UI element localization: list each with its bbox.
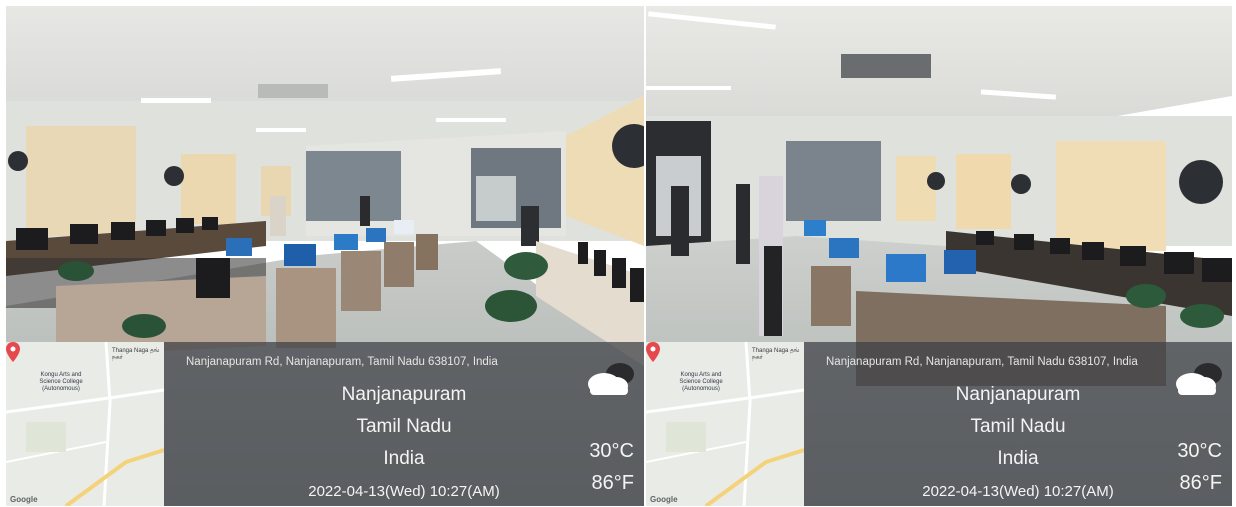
city-name: Nanjanapuram [341,384,467,405]
location-overlay: Kongu Arts and Science College (Autonomo… [646,342,1232,506]
temperature-celsius: 30°C [1177,440,1222,462]
location-pin-icon [646,342,660,362]
temperature-celsius: 30°C [589,440,634,462]
city-name: Nanjanapuram [955,384,1081,405]
map-attribution: Google [650,495,678,504]
map-roads [646,342,804,506]
map-roads [6,342,164,506]
state-name: Tamil Nadu [356,416,452,437]
capture-datetime: 2022-04-13(Wed) 10:27(AM) [308,483,500,500]
state-name: Tamil Nadu [970,416,1066,437]
map-campus-label: Kongu Arts and Science College (Autonomo… [679,372,723,392]
location-map[interactable]: Kongu Arts and Science College (Autonomo… [646,342,804,506]
geotagged-photo-left: Kongu Arts and Science College (Autonomo… [6,6,644,506]
location-info: Nanjanapuram Rd, Nanjanapuram, Tamil Nad… [164,342,644,506]
capture-datetime: 2022-04-13(Wed) 10:27(AM) [922,483,1114,500]
location-map[interactable]: Kongu Arts and Science College (Autonomo… [6,342,164,506]
photo-collage: Kongu Arts and Science College (Autonomo… [0,0,1236,507]
country-name: India [383,448,425,469]
address-text: Nanjanapuram Rd, Nanjanapuram, Tamil Nad… [826,356,1138,368]
map-town-label: Thanga Naga தங் நகர் [752,348,800,361]
location-overlay: Kongu Arts and Science College (Autonomo… [6,342,644,506]
geotagged-photo-right: Kongu Arts and Science College (Autonomo… [646,6,1232,506]
country-name: India [997,448,1039,469]
location-info: Nanjanapuram Rd, Nanjanapuram, Tamil Nad… [804,342,1232,506]
location-pin-icon [6,342,20,362]
address-text: Nanjanapuram Rd, Nanjanapuram, Tamil Nad… [186,356,498,368]
map-town-label: Thanga Naga தங் நகர் [112,348,160,361]
map-campus-label: Kongu Arts and Science College (Autonomo… [39,372,83,392]
map-attribution: Google [10,495,38,504]
